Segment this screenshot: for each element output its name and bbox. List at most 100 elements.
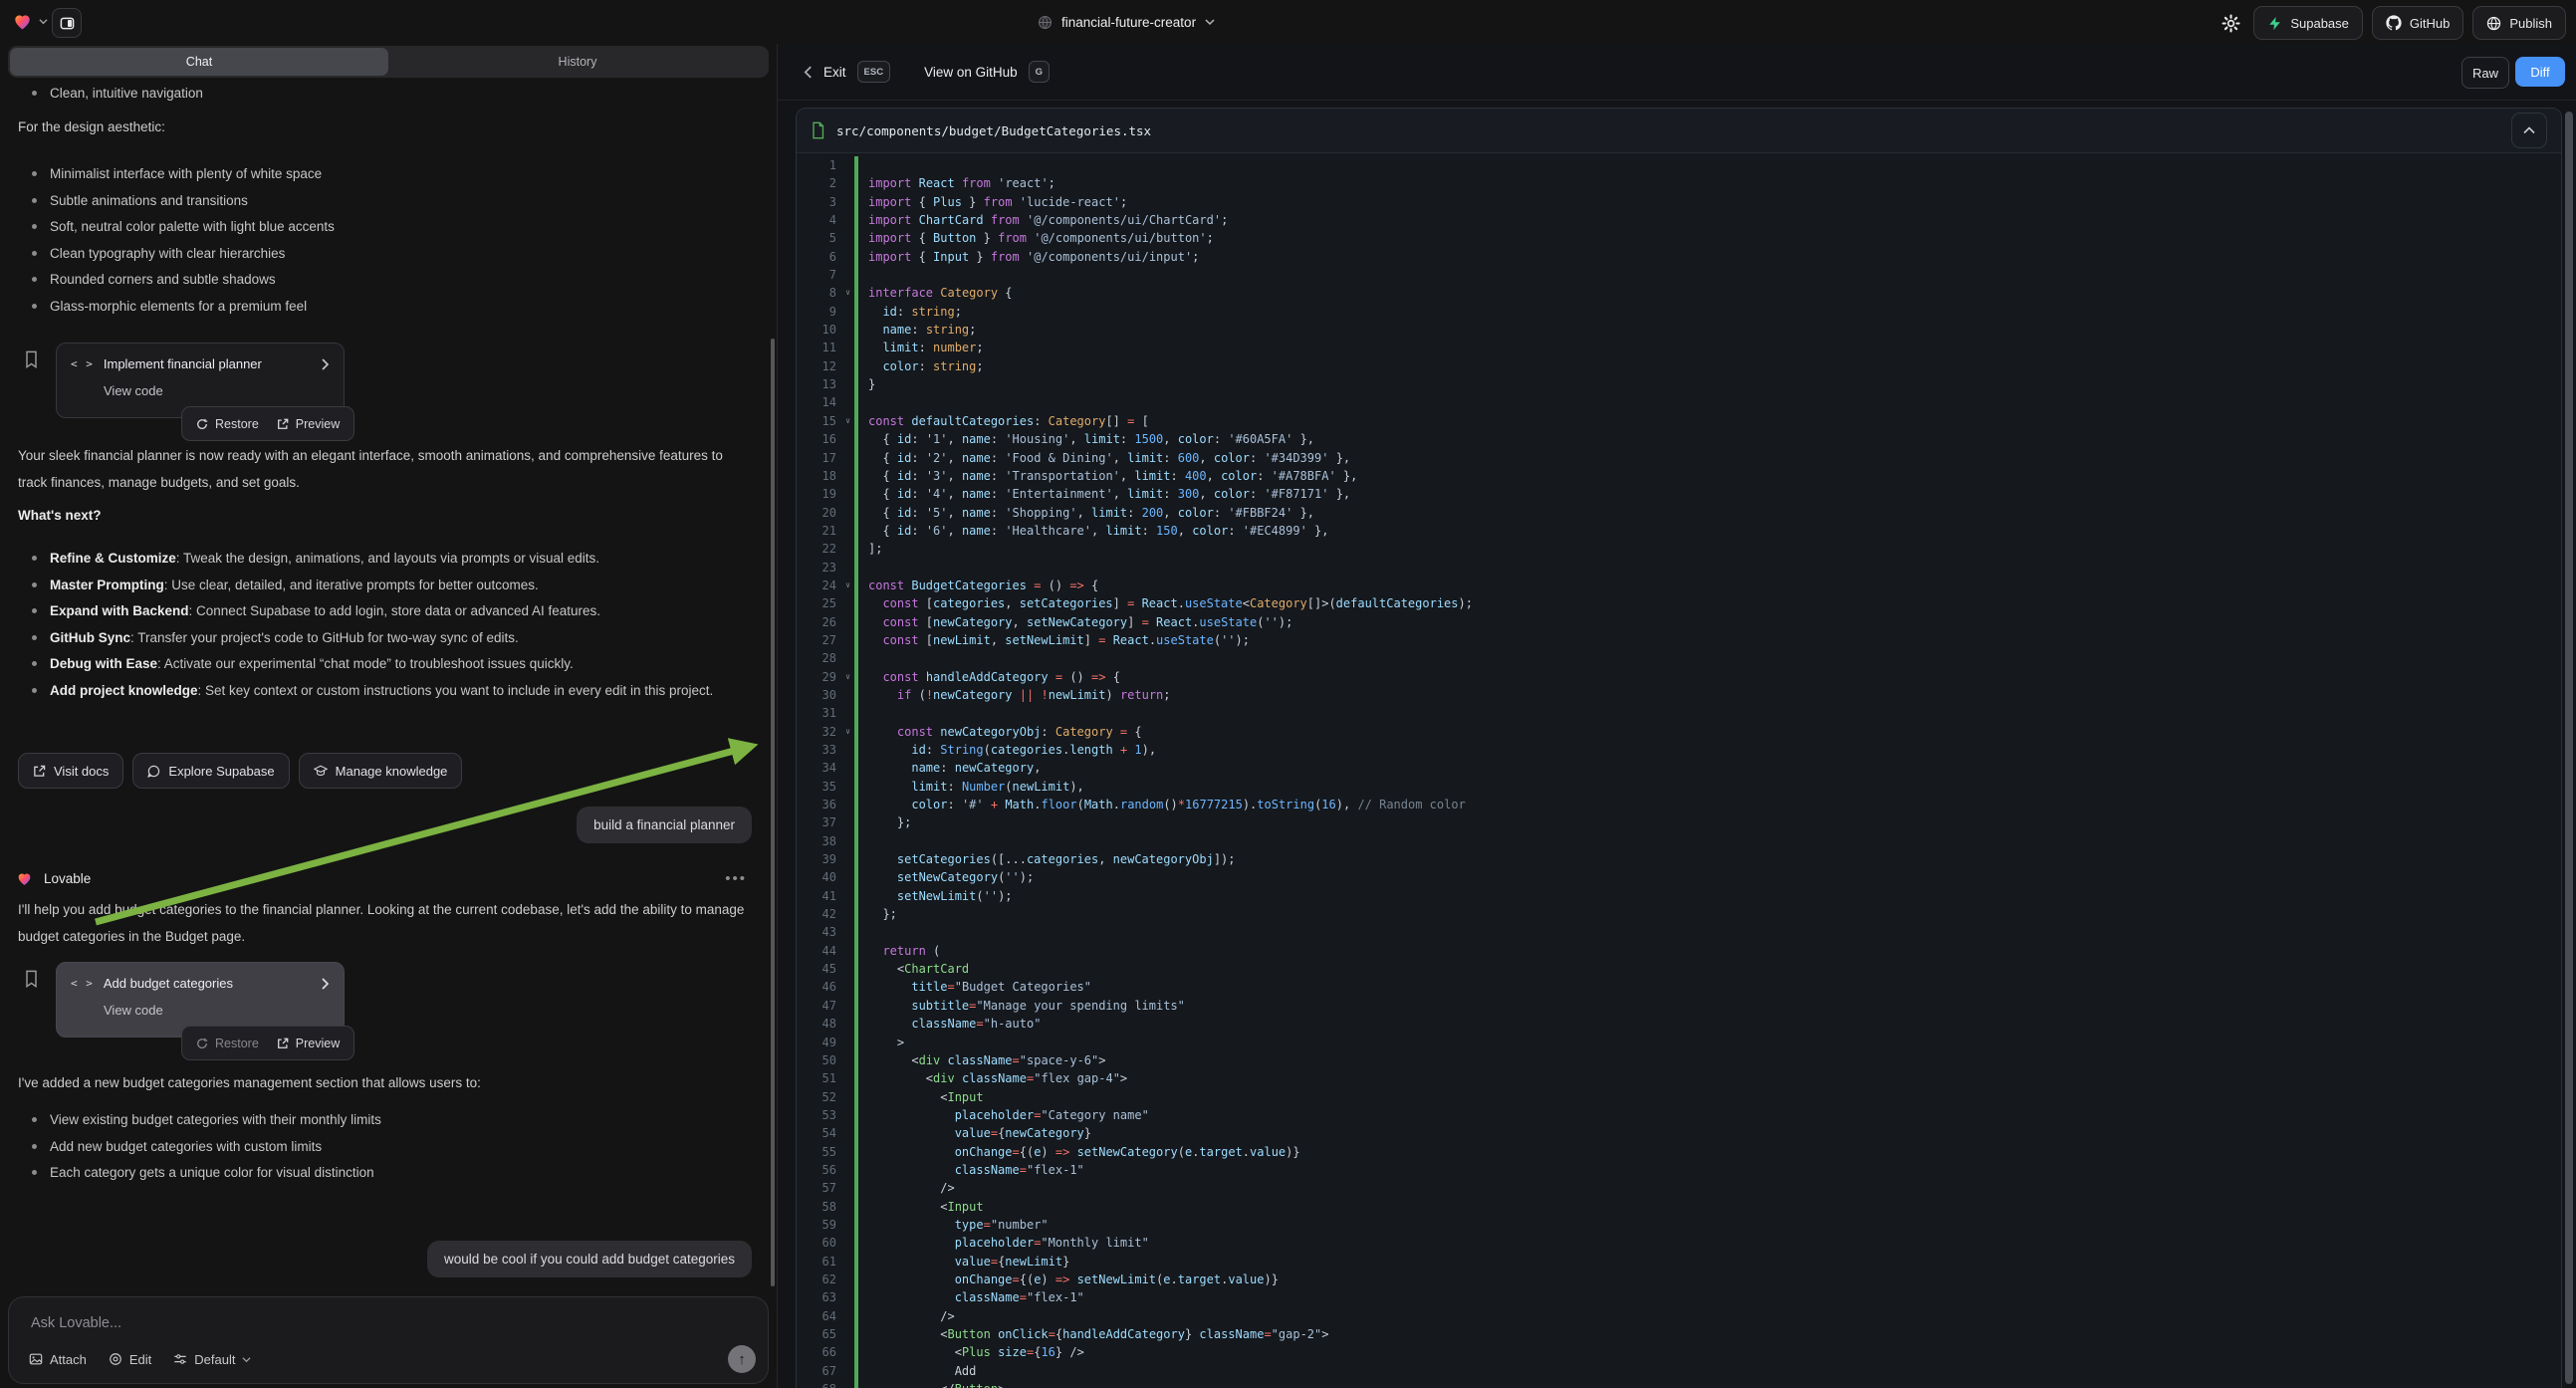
line-number: 36	[797, 796, 841, 813]
code-text: { id: '6', name: 'Healthcare', limit: 15…	[858, 522, 1328, 540]
line-number: 14	[797, 393, 841, 411]
collapse-file-button[interactable]	[2511, 113, 2547, 148]
code-line: 67 Add	[797, 1362, 2561, 1380]
preview-button[interactable]: Preview	[277, 1037, 340, 1050]
github-button[interactable]: GitHub	[2372, 6, 2463, 40]
chevron-right-icon[interactable]	[321, 978, 330, 990]
model-selector[interactable]: Default	[173, 1352, 251, 1367]
manage-knowledge-button[interactable]: Manage knowledge	[299, 753, 463, 789]
publish-button[interactable]: Publish	[2472, 6, 2566, 40]
code-line: 41 setNewLimit('');	[797, 887, 2561, 905]
line-number: 21	[797, 522, 841, 540]
fold-chevron-icon[interactable]: ∨	[841, 412, 854, 430]
code-text: const defaultCategories: Category[] = [	[858, 412, 1149, 430]
line-number: 42	[797, 905, 841, 923]
list-item: Master Prompting: Use clear, detailed, a…	[18, 576, 745, 595]
composer-placeholder[interactable]: Ask Lovable...	[31, 1315, 121, 1331]
line-number: 16	[797, 430, 841, 448]
line-number: 67	[797, 1362, 841, 1380]
chat-history-tabs: Chat History	[8, 46, 769, 78]
project-switcher[interactable]: financial-future-creator	[1038, 0, 1215, 44]
code-line: 24∨const BudgetCategories = () => {	[797, 577, 2561, 594]
code-line: 53 placeholder="Category name"	[797, 1106, 2561, 1124]
code-text: <Input	[858, 1088, 984, 1106]
line-number: 50	[797, 1051, 841, 1069]
fold-spacer	[841, 923, 854, 941]
chevron-right-icon[interactable]	[321, 358, 330, 370]
fold-spacer	[841, 248, 854, 266]
line-number: 18	[797, 467, 841, 485]
code-text: color: string;	[858, 357, 984, 375]
file-header[interactable]: src/components/budget/BudgetCategories.t…	[797, 109, 2561, 153]
raw-toggle-button[interactable]: Raw	[2461, 57, 2509, 89]
view-code-link[interactable]: View code	[104, 1003, 330, 1018]
bullet-dot	[32, 1117, 37, 1122]
fold-chevron-icon[interactable]: ∨	[841, 668, 854, 686]
code-text: interface Category {	[858, 284, 1013, 302]
fold-chevron-icon[interactable]: ∨	[841, 723, 854, 741]
file-path: src/components/budget/BudgetCategories.t…	[836, 123, 2500, 138]
line-number: 64	[797, 1307, 841, 1325]
bullet-dot	[32, 1170, 37, 1175]
code-line: 62 onChange={(e) => setNewLimit(e.target…	[797, 1271, 2561, 1288]
supabase-button[interactable]: Supabase	[2253, 6, 2363, 40]
code-text: type="number"	[858, 1216, 1049, 1234]
view-code-link[interactable]: View code	[104, 383, 330, 398]
fold-spacer	[841, 942, 854, 960]
line-number: 57	[797, 1179, 841, 1197]
code-text	[858, 559, 868, 577]
chevron-left-icon[interactable]	[804, 66, 813, 79]
bullet-dot	[32, 1144, 37, 1149]
code-text: { id: '3', name: 'Transportation', limit…	[858, 467, 1357, 485]
fold-chevron-icon[interactable]: ∨	[841, 284, 854, 302]
sidebar-toggle-button[interactable]	[52, 8, 82, 38]
edit-button[interactable]: Edit	[109, 1352, 151, 1367]
tab-chat[interactable]: Chat	[10, 48, 388, 76]
bullet-dot	[32, 198, 37, 203]
more-options-icon[interactable]: •••	[725, 870, 747, 887]
fold-chevron-icon[interactable]: ∨	[841, 577, 854, 594]
explore-supabase-button[interactable]: Explore Supabase	[132, 753, 289, 789]
bullet-dot	[32, 556, 37, 561]
code-line: 46 title="Budget Categories"	[797, 978, 2561, 996]
exit-button[interactable]: Exit	[823, 65, 846, 80]
diff-toggle-button[interactable]: Diff	[2515, 57, 2565, 87]
chat-composer[interactable]: Ask Lovable... Attach Edit Default ↑	[8, 1296, 769, 1384]
attach-button[interactable]: Attach	[29, 1352, 87, 1367]
list-item: Add project knowledge: Set key context o…	[18, 681, 745, 701]
code-text: const newCategoryObj: Category = {	[858, 723, 1142, 741]
code-line: 22];	[797, 540, 2561, 558]
code-text: <Plus size={16} />	[858, 1343, 1084, 1361]
send-button[interactable]: ↑	[728, 1345, 756, 1373]
preview-button[interactable]: Preview	[277, 417, 340, 431]
lovable-logo-menu[interactable]	[12, 11, 48, 32]
composer-toolbar: Attach Edit Default ↑	[29, 1345, 756, 1373]
view-on-github-button[interactable]: View on GitHub	[924, 65, 1018, 80]
fold-spacer	[841, 357, 854, 375]
fold-spacer	[841, 613, 854, 631]
chat-scrollbar[interactable]	[771, 339, 775, 1286]
topbar: financial-future-creator Supabase GitHub…	[0, 0, 2576, 45]
code-content[interactable]: 12import React from 'react';3import { Pl…	[797, 153, 2561, 1388]
code-text: name: string;	[858, 321, 976, 339]
restore-button[interactable]: Restore	[196, 1037, 259, 1050]
bookmark-icon[interactable]	[24, 350, 39, 368]
fold-spacer	[841, 485, 854, 503]
bookmark-icon[interactable]	[24, 970, 39, 988]
visit-docs-button[interactable]: Visit docs	[18, 753, 123, 789]
line-number: 32	[797, 723, 841, 741]
list-item: Clean typography with clear hierarchies	[18, 244, 745, 264]
code-text	[858, 393, 868, 411]
graduation-cap-icon	[314, 765, 328, 778]
gear-icon[interactable]	[2222, 14, 2240, 33]
code-line: 6import { Input } from '@/components/ui/…	[797, 248, 2561, 266]
code-line: 30 if (!newCategory || !newLimit) return…	[797, 686, 2561, 704]
editor-scrollbar[interactable]	[2565, 112, 2573, 1384]
fold-spacer	[841, 156, 854, 174]
tab-history[interactable]: History	[388, 48, 767, 76]
line-number: 31	[797, 704, 841, 722]
line-number: 59	[797, 1216, 841, 1234]
restore-button[interactable]: Restore	[196, 417, 259, 431]
chevron-down-icon[interactable]	[1205, 17, 1215, 27]
intro-bullet-list: Clean, intuitive navigation	[18, 84, 745, 111]
